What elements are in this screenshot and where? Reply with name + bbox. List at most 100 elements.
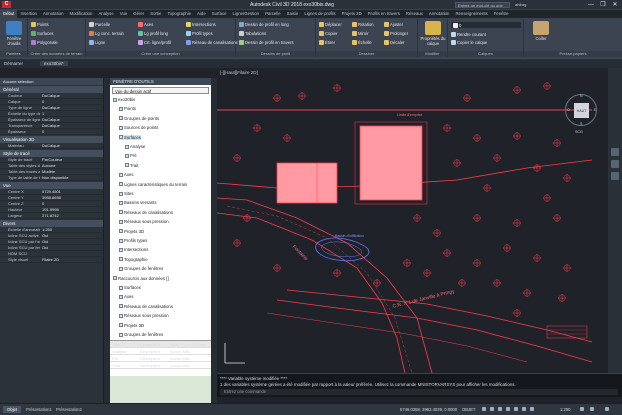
ribbon-tab[interactable]: Gérer [130,10,147,18]
orbit-icon[interactable] [611,172,619,180]
ribbon-tab[interactable]: Lignes de profils [301,10,338,18]
file-tab[interactable]: exo30bis* [40,61,68,66]
offset-button[interactable]: Décaler [384,40,404,45]
wcs-menu[interactable]: SCG [575,130,583,134]
road-axis-line[interactable] [226,205,413,373]
ribbon-tab[interactable]: Parcelle [262,10,284,18]
property-value[interactable]: 191.9998 [40,207,103,212]
property-value[interactable]: 0 [40,201,103,206]
parcel-button[interactable]: Parcelle [89,22,110,27]
property-row[interactable]: Largeur 271.8742 [0,213,103,219]
extend-button[interactable]: Prolonger [384,31,408,36]
property-value[interactable]: 0 [40,99,103,104]
table-row[interactable]: Trait Description Aucun Affic [110,362,211,369]
tree-item[interactable]: Analyse [125,144,145,149]
property-value[interactable] [40,251,103,256]
minimize-button[interactable]: — [586,1,596,8]
property-value[interactable]: 5729.4501 [40,189,103,194]
tree-item[interactable]: Réseaux sous pression [119,219,169,224]
property-value[interactable]: 3958.8698 [40,195,103,200]
column-header[interactable]: Descrip [192,342,211,347]
tables-button[interactable]: Tabulations [239,31,266,36]
property-value[interactable]: 271.8742 [40,213,103,218]
property-row[interactable]: Épaisseur 0 [0,129,103,135]
property-row[interactable]: Type de table de tr...Non disponible [0,175,103,181]
column-header[interactable]: Nom [110,342,140,347]
ortho-icon[interactable] [498,407,502,411]
rotate-button[interactable]: Rotation [352,22,374,27]
property-section-header[interactable]: Visualisation 3D [0,136,103,143]
civil3d-logo-icon[interactable]: C [2,1,11,8]
tree-item[interactable]: Bassins versants [119,200,156,205]
search-input[interactable]: Entrez un mot-clé ou une expression [455,2,510,13]
main-road-edge[interactable] [276,299,593,363]
lineweight-icon[interactable] [530,407,534,411]
ribbon-tab[interactable]: Analyse [95,10,116,18]
trim-button[interactable]: Ajuster [384,22,403,27]
ribbon-tab[interactable]: Renseignements [452,10,490,18]
compass-east[interactable]: E [594,108,596,112]
viewcube-face[interactable]: HAUT [574,103,589,118]
drawing-canvas[interactable]: [-][Haut][Filaire 2D] Limite d'emprise B… [217,68,608,373]
tree-item[interactable]: exo30bis [113,97,135,102]
workspace-gear-icon[interactable] [580,407,584,411]
copy-layer-button[interactable]: Copier le calque [451,40,487,45]
compass-north[interactable]: N [580,94,583,98]
infiltration-pond[interactable] [315,237,370,262]
ribbon-tab[interactable]: Réseaux [403,10,426,18]
property-value[interactable]: DuCalque [40,93,103,98]
command-input[interactable]: Entrez une commande [220,389,618,395]
tree-item[interactable]: Sites [119,191,134,196]
mirror-button[interactable]: Miroir [352,31,368,36]
annotation-scale[interactable]: 1:250 [560,407,570,412]
property-value[interactable]: ParCouleur [40,157,103,162]
stretch-button[interactable]: Étirer [319,40,335,45]
feature-line-button[interactable]: Lg conc. terrain [89,31,124,36]
properties-selection[interactable]: Aucune sélection [0,78,103,85]
property-value[interactable]: 1 [40,111,103,116]
tree-item[interactable]: Intersections [119,247,148,252]
otrack-icon[interactable] [522,407,526,411]
alignment-button[interactable]: Axes [138,22,153,27]
compass-west[interactable]: O [567,108,570,112]
toolspace-view-select[interactable]: Vue du dessin actif [112,87,209,94]
property-value[interactable]: DuCalque [40,143,103,148]
property-value[interactable]: Oui [40,245,103,250]
tree-item[interactable]: Groupes de fenêtres [119,266,163,271]
ribbon-tab[interactable]: Surface [209,10,230,18]
grid-icon[interactable] [482,407,486,411]
tree-item[interactable]: Points [119,106,136,111]
ribbon-tab[interactable]: Vue [117,10,131,18]
property-section-header[interactable]: Style de tracé [0,150,103,157]
property-value[interactable]: Filaire 2D [40,257,103,262]
points-button[interactable]: Points [31,22,49,27]
property-section-header[interactable]: Divers [0,220,103,227]
tree-item[interactable]: Surfaces [119,134,141,140]
property-value[interactable]: DuCalque [40,117,103,122]
property-section-header[interactable]: Vue [0,182,103,189]
building-right[interactable] [359,125,423,201]
osnap-icon[interactable] [514,407,518,411]
tree-item[interactable]: Pré [125,153,137,158]
ribbon-tab[interactable]: Insertion [17,10,39,18]
layout1-tab[interactable]: Présentation1 [22,406,56,413]
tree-item[interactable]: Projets 3D [119,229,144,234]
property-value[interactable]: Non disponible [40,175,103,180]
ribbon-tab[interactable]: Sortie [147,10,164,18]
property-row[interactable]: Style visuel Filaire 2D [0,257,103,263]
intersections-button[interactable]: Intersections [186,22,216,27]
grading-button[interactable]: Ligne [89,40,105,45]
assembly-button[interactable]: Profil types [186,31,213,36]
column-header[interactable]: Style [170,342,192,347]
compass-south[interactable]: S [580,122,582,126]
layout2-tab[interactable]: Présentation2 [52,406,86,413]
tree-item[interactable]: Topographie [119,257,148,262]
property-value[interactable]: Modèle [40,169,103,174]
ribbon-tab[interactable]: Fenêtre [491,10,512,18]
building-left[interactable] [276,162,338,204]
property-row[interactable]: Matériau DuCalque [0,143,103,149]
column-header[interactable]: Description [140,342,170,347]
ribbon-tab[interactable]: Début [0,10,18,18]
corridor-button[interactable]: Crt. ligne/profil [138,40,171,45]
paste-button[interactable]: Coller [528,21,554,41]
